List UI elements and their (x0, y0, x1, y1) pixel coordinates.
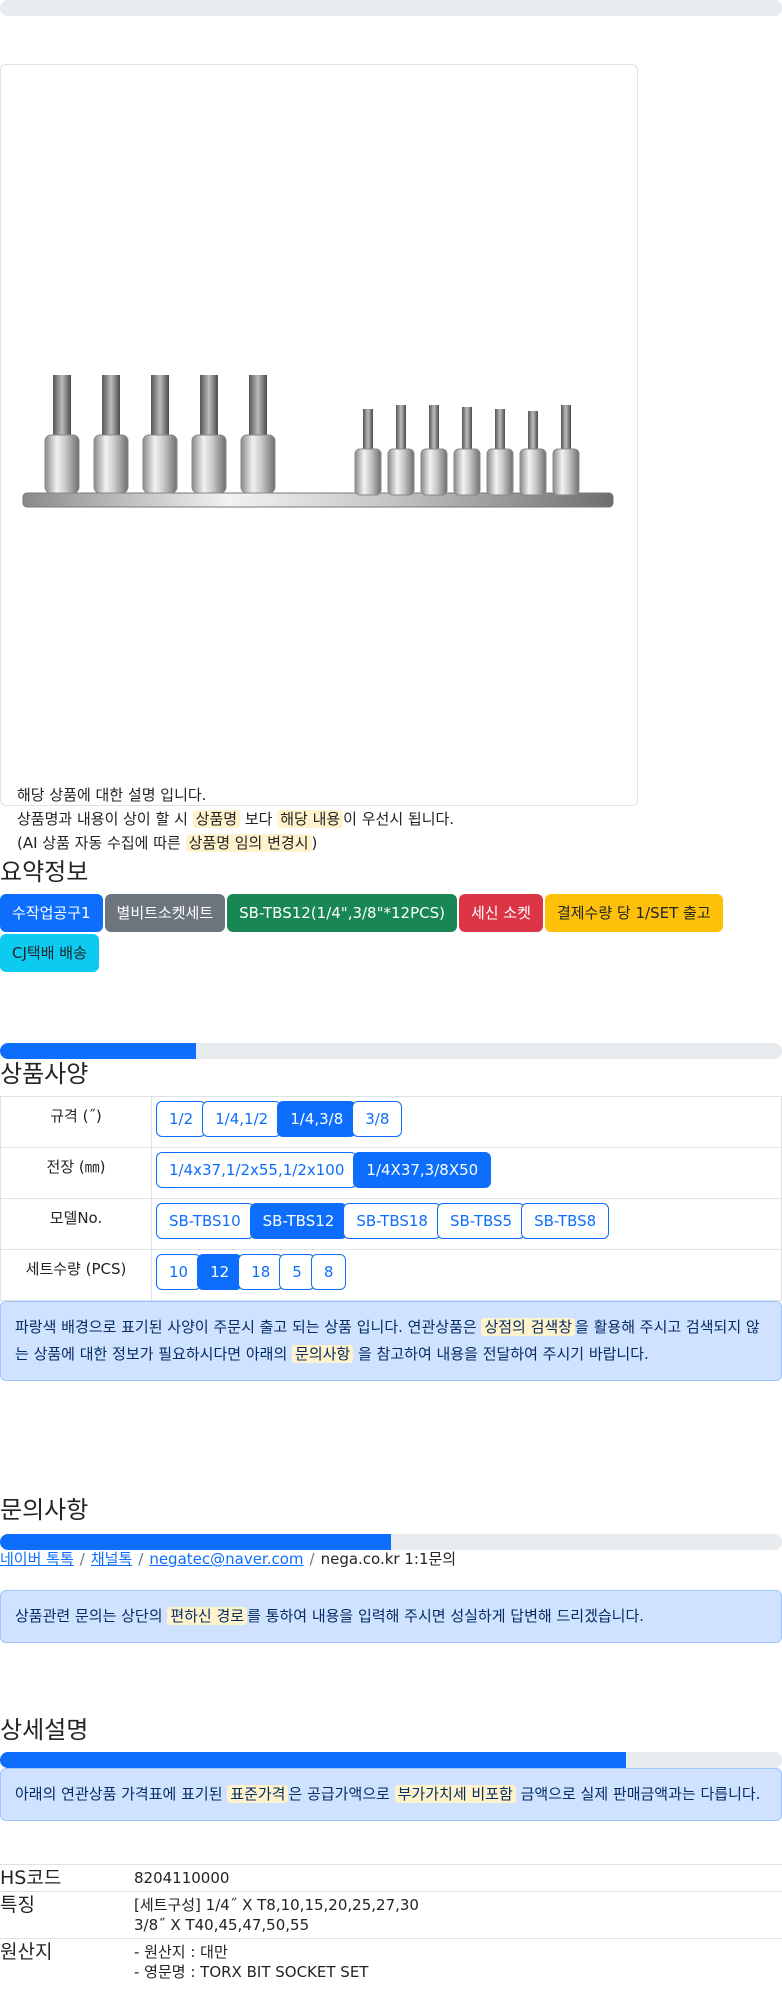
info-line: [세트구성] 1/4˝ X T8,10,15,20,25,27,30 (134, 1896, 419, 1914)
info-line: - 원산지 : 대만 (134, 1943, 228, 1961)
spec-label: 규격 (˝) (0, 1096, 152, 1148)
text-segment: 이 우선시 됩니다. (343, 810, 455, 828)
inquiry-link[interactable]: 채널톡 (91, 1550, 132, 1568)
spec-option-button[interactable]: SB-TBS8 (521, 1203, 610, 1239)
summary-badges: 수작업공구1 별비트소켓세트 SB-TBS12(1/4",3/8"*12PCS) 세신… (0, 894, 740, 972)
spec-option-button[interactable]: 10 (156, 1254, 202, 1290)
info-key: HS코드 (0, 1864, 134, 1892)
spec-option-button[interactable]: 12 (197, 1254, 243, 1290)
spec-option-button[interactable]: SB-TBS10 (156, 1203, 254, 1239)
info-row: 특징 [세트구성] 1/4˝ X T8,10,15,20,25,27,30 3/8˝… (0, 1891, 782, 1939)
spec-label: 모델No. (0, 1198, 152, 1250)
summary-badge: CJ택배 배송 (0, 934, 99, 972)
highlight-text: 상품명 임의 변경시 (185, 834, 312, 852)
product-image (22, 375, 614, 508)
inquiry-links: 네이버 톡톡 / 채널톡 / negatec@naver.com / nega.co.kr … (0, 1548, 456, 1569)
text-segment: 상품관련 문의는 상단의 (15, 1607, 168, 1625)
text-segment: 를 통하여 내용을 입력해 주시면 성실하게 답변해 드리겠습니다. (247, 1607, 645, 1625)
top-progress-bar (0, 0, 782, 16)
spec-label: 세트수량 (PCS) (0, 1249, 152, 1301)
info-key: 특징 (0, 1891, 134, 1939)
inquiry-notice: 상품관련 문의는 상단의 편하신 경로 를 통하여 내용을 입력해 주시면 성실하… (0, 1590, 782, 1643)
detail-notice: 아래의 연관상품 가격표에 표기된 표준가격 은 공급가액으로 부가가치세 비포함… (0, 1768, 782, 1821)
highlight-text: 상품명 (192, 810, 241, 828)
summary-badge: 결제수량 당 1/SET 출고 (544, 894, 723, 932)
spec-row: 모델No. SB-TBS10 SB-TBS12 SB-TBS18 SB-TBS5 SB-T… (0, 1198, 782, 1250)
product-description: 해당 상품에 대한 설명 입니다. 상품명과 내용이 상이 할 시 상품명 보다 … (17, 783, 454, 855)
spec-progress (0, 1043, 782, 1059)
info-line: - 영문명 : TORX BIT SOCKET SET (134, 1963, 369, 1981)
highlight-text: 부가가치세 비포함 (394, 1785, 516, 1803)
description-line: 해당 상품에 대한 설명 입니다. (17, 783, 454, 807)
link-separator: / (138, 1550, 144, 1568)
text-segment: 금액으로 실제 판매금액과는 다릅니다. (515, 1785, 761, 1803)
spec-options: 1/4x37,1/2x55,1/2x100 1/4X37,3/8X50 (151, 1147, 782, 1199)
text-segment: 상품명과 내용이 상이 할 시 (17, 810, 193, 828)
inquiry-link[interactable]: negatec@naver.com (149, 1550, 303, 1568)
highlight-text: 해당 내용 (277, 810, 344, 828)
summary-badge: 별비트소켓세트 (104, 894, 226, 932)
inquiry-link[interactable]: 네이버 톡톡 (0, 1550, 74, 1568)
info-value: 8204110000 (134, 1864, 782, 1892)
detail-progress-fill (0, 1752, 626, 1768)
product-card: 해당 상품에 대한 설명 입니다. 상품명과 내용이 상이 할 시 상품명 보다 … (0, 64, 638, 852)
spec-options: SB-TBS10 SB-TBS12 SB-TBS18 SB-TBS5 SB-TBS8 (151, 1198, 782, 1250)
summary-badge: 세신 소켓 (458, 894, 543, 932)
spec-option-button[interactable]: 1/4X37,3/8X50 (353, 1152, 492, 1188)
spec-title: 상품사양 (0, 1060, 89, 1088)
spec-row: 전장 (㎜) 1/4x37,1/2x55,1/2x100 1/4X37,3/8X50 (0, 1147, 782, 1199)
text-segment: 아래의 연관상품 가격표에 표기된 (15, 1785, 228, 1803)
detail-info-table: HS코드 8204110000 특징 [세트구성] 1/4˝ X T8,10,15,2… (0, 1864, 782, 1985)
description-line: 상품명과 내용이 상이 할 시 상품명 보다 해당 내용 이 우선시 됩니다. (17, 807, 454, 831)
summary-title: 요약정보 (0, 858, 89, 886)
spec-options: 10 12 18 5 8 (151, 1249, 782, 1301)
spec-option-button[interactable]: SB-TBS12 (249, 1203, 348, 1239)
summary-badge: SB-TBS12(1/4",3/8"*12PCS) (227, 894, 457, 932)
text-segment: (AI 상품 자동 수집에 따른 (17, 834, 186, 852)
spec-label: 전장 (㎜) (0, 1147, 152, 1199)
info-line: 8204110000 (134, 1869, 230, 1887)
text-segment: 해당 상품에 대한 설명 입니다. (17, 786, 207, 804)
info-row: HS코드 8204110000 (0, 1864, 782, 1892)
highlight-text: 상점의 검색창 (481, 1318, 576, 1336)
inquiry-title: 문의사항 (0, 1496, 89, 1524)
text-segment: 파랑색 배경으로 표기된 사양이 주문시 출고 되는 상품 입니다. 연관상품은 (15, 1318, 482, 1336)
link-separator: / (309, 1550, 315, 1568)
spec-option-button[interactable]: SB-TBS18 (343, 1203, 441, 1239)
highlight-text: 표준가격 (227, 1785, 289, 1803)
info-value: [세트구성] 1/4˝ X T8,10,15,20,25,27,30 3/8˝ X… (134, 1891, 782, 1939)
spec-option-button[interactable]: 3/8 (352, 1101, 403, 1137)
text-segment: 을 참고하여 내용을 전달하여 주시기 바랍니다. (353, 1345, 649, 1363)
spec-options: 1/2 1/4,1/2 1/4,3/8 3/8 (151, 1096, 782, 1148)
text-segment: 은 공급가액으로 (288, 1785, 395, 1803)
spec-option-button[interactable]: 1/4,3/8 (277, 1101, 357, 1137)
highlight-text: 문의사항 (292, 1345, 354, 1363)
summary-badge: 수작업공구1 (0, 894, 103, 932)
info-key: 원산지 (0, 1938, 134, 1985)
info-value: - 원산지 : 대만 - 영문명 : TORX BIT SOCKET SET (134, 1938, 782, 1985)
spec-row: 규격 (˝) 1/2 1/4,1/2 1/4,3/8 3/8 (0, 1096, 782, 1148)
spec-option-button[interactable]: 1/2 (156, 1101, 207, 1137)
spec-notice: 파랑색 배경으로 표기된 사양이 주문시 출고 되는 상품 입니다. 연관상품은… (0, 1301, 782, 1381)
link-separator: / (79, 1550, 85, 1568)
text-segment: ) (311, 834, 318, 852)
highlight-text: 편하신 경로 (167, 1607, 248, 1625)
info-line: 3/8˝ X T40,45,47,50,55 (134, 1916, 310, 1934)
detail-progress (0, 1752, 782, 1768)
spec-option-button[interactable]: 5 (279, 1254, 315, 1290)
text-segment: 보다 (240, 810, 278, 828)
spec-option-button[interactable]: 8 (310, 1254, 347, 1290)
detail-title: 상세설명 (0, 1716, 89, 1744)
spec-row: 세트수량 (PCS) 10 12 18 5 8 (0, 1249, 782, 1301)
inquiry-plain-text: nega.co.kr 1:1문의 (320, 1550, 457, 1568)
info-row: 원산지 - 원산지 : 대만 - 영문명 : TORX BIT SOCKET SET (0, 1938, 782, 1985)
spec-option-button[interactable]: 1/4,1/2 (202, 1101, 282, 1137)
spec-option-button[interactable]: 18 (238, 1254, 284, 1290)
spec-option-button[interactable]: SB-TBS5 (436, 1203, 526, 1239)
spec-table: 규격 (˝) 1/2 1/4,1/2 1/4,3/8 3/8 전장 (㎜) 1/4x37,1… (0, 1096, 782, 1301)
spec-option-button[interactable]: 1/4x37,1/2x55,1/2x100 (156, 1152, 358, 1188)
